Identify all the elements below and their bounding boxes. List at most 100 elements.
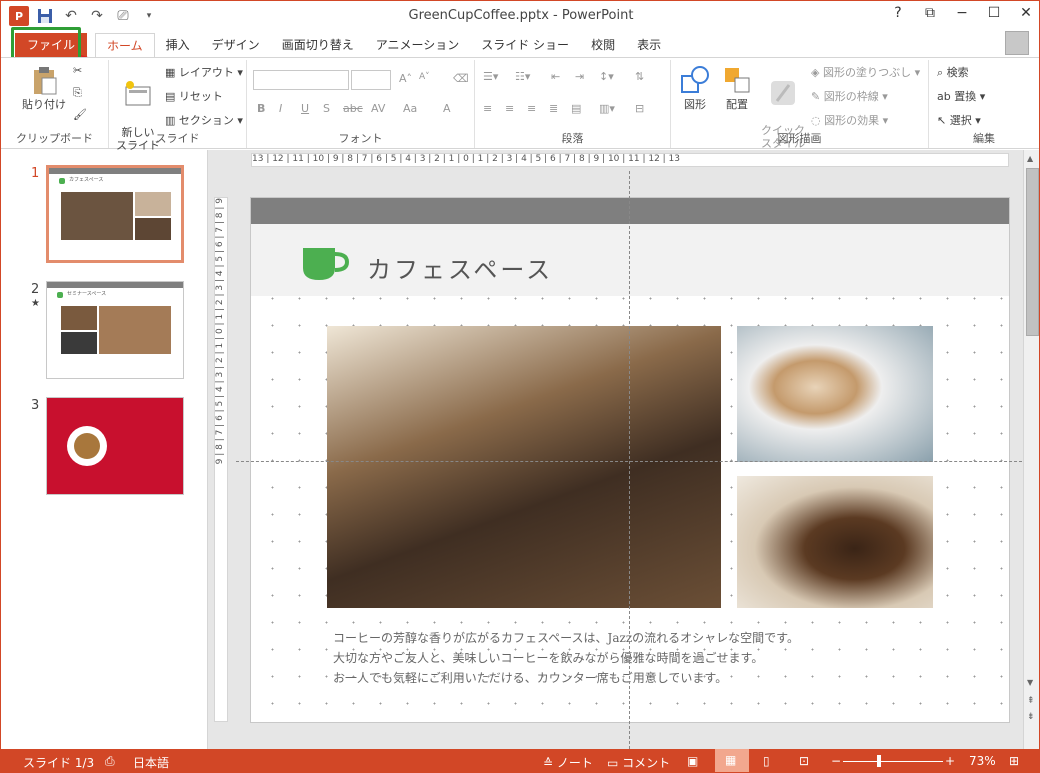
copy-icon[interactable]: ⎘: [73, 86, 82, 100]
numbering-icon[interactable]: ☷▾: [515, 70, 530, 83]
comments-button[interactable]: ▭ コメント: [607, 754, 670, 771]
ribbon-display-button[interactable]: ⧉: [921, 5, 939, 21]
body-line-1: コーヒーの芳醇な香りが広がるカフェスペースは、Jazzの流れるオシャレな空間です…: [333, 631, 799, 645]
user-avatar[interactable]: [1005, 31, 1029, 55]
minimize-button[interactable]: −: [953, 5, 971, 21]
drawing-group-label: 図形描画: [777, 132, 822, 145]
clipboard-group-label: クリップボード: [16, 132, 93, 145]
tab-slideshow[interactable]: スライド ショー: [470, 33, 580, 57]
cut-icon[interactable]: ✂: [73, 64, 82, 77]
scroll-thumb[interactable]: [1026, 168, 1039, 336]
tab-insert[interactable]: 挿入: [155, 33, 201, 57]
shapes-icon: [681, 66, 709, 93]
increase-indent-icon[interactable]: ⇥: [575, 70, 584, 83]
tab-transitions[interactable]: 画面切り替え: [271, 33, 365, 57]
layout-button[interactable]: ▦ レイアウト ▾: [165, 64, 243, 80]
slide-thumbnail-2[interactable]: セミナースペース: [46, 281, 184, 379]
shape-fill-button[interactable]: ◈ 図形の塗りつぶし ▾: [811, 64, 920, 80]
font-color-button[interactable]: A: [443, 102, 451, 115]
prev-slide-icon[interactable]: ⇞: [1027, 696, 1035, 706]
comments-label: コメント: [622, 756, 671, 770]
zoom-slider[interactable]: [843, 761, 943, 762]
font-family-combo[interactable]: [253, 70, 349, 90]
align-center-icon[interactable]: ≡: [505, 102, 514, 115]
line-spacing-icon[interactable]: ↕▾: [599, 70, 614, 83]
fit-slide-icon[interactable]: ⊞: [1009, 754, 1019, 768]
language-label[interactable]: 日本語: [133, 754, 169, 771]
font-size-combo[interactable]: [351, 70, 391, 90]
tab-animations[interactable]: アニメーション: [365, 33, 471, 57]
ribbon-home: 貼り付け ✂ ⎘ 🖌 クリップボード 新しい スライド ▦ レイアウト ▾ ▤ …: [1, 57, 1039, 152]
slideshow-view-icon[interactable]: ⊡: [799, 754, 809, 768]
notes-button[interactable]: ≙ ノート: [543, 754, 593, 771]
find-button[interactable]: ⌕ 検索: [937, 64, 969, 80]
vertical-scrollbar[interactable]: ▲ ▼ ⇞ ⇟: [1023, 150, 1039, 749]
reset-button[interactable]: ▤ リセット: [165, 88, 223, 104]
change-case-button[interactable]: Aa: [403, 102, 417, 115]
shadow-button[interactable]: S: [323, 102, 330, 115]
decrease-indent-icon[interactable]: ⇤: [551, 70, 560, 83]
strikethrough-button[interactable]: abc: [343, 102, 363, 115]
thumb-2-number: 2: [31, 282, 40, 297]
align-left-icon[interactable]: ≡: [483, 102, 492, 115]
grow-font-button[interactable]: A˄: [399, 72, 412, 85]
text-direction-icon[interactable]: ⇅: [635, 70, 644, 83]
shape-effect-button[interactable]: ◌ 図形の効果 ▾: [811, 112, 888, 128]
shapes-button[interactable]: 図形: [675, 64, 715, 111]
shrink-font-button[interactable]: A˅: [419, 72, 430, 82]
slide-title-band: [251, 224, 1009, 296]
find-label: 検索: [946, 66, 969, 79]
format-painter-icon[interactable]: 🖌: [73, 108, 87, 121]
cafe-interior-photo[interactable]: [327, 326, 721, 608]
vertical-guide[interactable]: [629, 171, 630, 749]
shape-outline-button[interactable]: ✎ 図形の枠線 ▾: [811, 88, 888, 104]
scroll-down-icon[interactable]: ▼: [1027, 678, 1033, 687]
bullets-icon[interactable]: ☰▾: [483, 70, 498, 83]
tab-review[interactable]: 校閲: [580, 33, 626, 57]
slide-canvas[interactable]: カフェスペース コーヒーの芳醇な香りが広がるカフェスペースは、Jazzの流れるオ…: [250, 197, 1010, 723]
slide-sorter-view-icon[interactable]: ▦: [715, 749, 749, 772]
normal-view-icon[interactable]: ▣: [687, 754, 698, 768]
next-slide-icon[interactable]: ⇟: [1027, 712, 1035, 722]
maximize-button[interactable]: ☐: [985, 5, 1003, 21]
justify-icon[interactable]: ≣: [549, 102, 558, 115]
close-button[interactable]: ✕: [1017, 5, 1035, 21]
align-text-icon[interactable]: ⊟: [635, 102, 644, 115]
section-button[interactable]: ▥ セクション ▾: [165, 112, 243, 128]
window-title: GreenCupCoffee.pptx - PowerPoint: [408, 8, 634, 23]
coffee-beans-photo[interactable]: [737, 476, 933, 608]
clipboard-icon: [34, 67, 57, 95]
arrange-label: 配置: [726, 98, 748, 111]
slide-thumbnail-1[interactable]: カフェスペース: [46, 165, 184, 263]
underline-button[interactable]: U: [301, 102, 309, 115]
clear-format-icon[interactable]: ⌫: [453, 72, 469, 85]
zoom-level[interactable]: 73%: [969, 754, 996, 768]
spellcheck-icon[interactable]: ⎙: [105, 754, 115, 769]
tab-view[interactable]: 表示: [626, 33, 672, 57]
select-button[interactable]: ↖ 選択 ▾: [937, 112, 981, 128]
arrange-button[interactable]: 配置: [717, 64, 757, 111]
align-right-icon[interactable]: ≡: [527, 102, 536, 115]
help-button[interactable]: ?: [889, 5, 907, 21]
scroll-up-icon[interactable]: ▲: [1027, 154, 1033, 163]
bold-button[interactable]: B: [257, 102, 265, 115]
new-slide-icon: [125, 81, 151, 106]
thumb-1-title: カフェスペース: [69, 177, 104, 183]
latte-art-photo[interactable]: [737, 326, 933, 462]
columns-icon[interactable]: ▥▾: [599, 102, 615, 115]
slide-title[interactable]: カフェスペース: [367, 250, 553, 285]
tab-design[interactable]: デザイン: [201, 33, 271, 57]
reading-view-icon[interactable]: ▯: [763, 754, 770, 768]
slide-counter[interactable]: スライド 1/3: [23, 754, 94, 771]
zoom-in-button[interactable]: +: [945, 754, 955, 768]
horizontal-ruler: 13 | 12 | 11 | 10 | 9 | 8 | 7 | 6 | 5 | …: [251, 153, 1009, 167]
italic-button[interactable]: I: [279, 102, 282, 115]
char-spacing-button[interactable]: AV: [371, 102, 385, 115]
slide-body-text[interactable]: コーヒーの芳醇な香りが広がるカフェスペースは、Jazzの流れるオシャレな空間です…: [333, 628, 799, 688]
distribute-icon[interactable]: ▤: [571, 102, 581, 115]
slide-thumbnail-3[interactable]: [46, 397, 184, 495]
paste-button[interactable]: 貼り付け: [19, 64, 69, 111]
zoom-out-button[interactable]: −: [831, 754, 841, 768]
zoom-slider-thumb[interactable]: [877, 755, 881, 767]
replace-button[interactable]: ab 置換 ▾: [937, 88, 985, 104]
